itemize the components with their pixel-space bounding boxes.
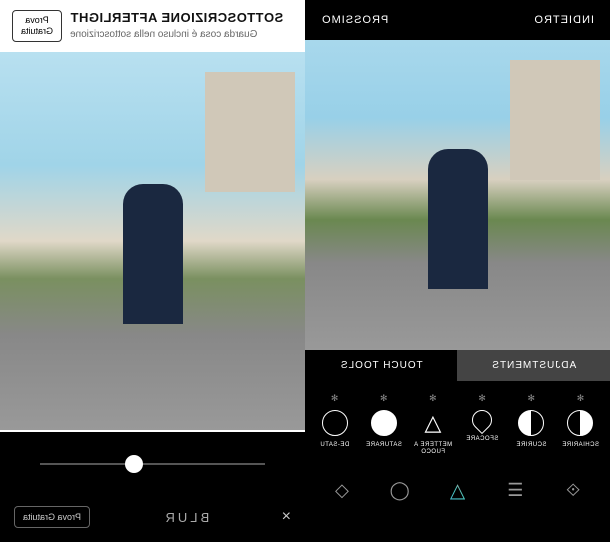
slider-thumb[interactable] (126, 455, 144, 473)
tab-adjustments[interactable]: ADJUSTMENTS (458, 350, 610, 381)
focus-icon: △ (420, 410, 446, 436)
prism-icon[interactable]: △ (447, 479, 469, 501)
tool-desaturare[interactable]: ✻ DE-SATU (311, 393, 358, 455)
gear-icon: ✻ (527, 393, 535, 404)
brighten-icon (567, 410, 593, 436)
tool-sfocare[interactable]: ✻ SFOCARE (458, 393, 505, 455)
trial-button[interactable]: Prova Gratuita (12, 10, 62, 42)
tool-mettere-a-fuoco[interactable]: ✻ △ METTERE A FUOCO (409, 393, 456, 455)
gear-icon: ✻ (380, 393, 388, 404)
blur-preview[interactable] (0, 52, 305, 430)
gear-icon: ✻ (429, 393, 437, 404)
bottom-toolbar: ⟐ ☰ △ ◯ ◇ (305, 467, 610, 517)
close-icon[interactable]: × (282, 508, 291, 526)
gear-icon: ✻ (577, 393, 585, 404)
layers-icon[interactable]: ◇ (331, 479, 353, 501)
subscription-title: SOTTOSCRIZIONE AFTERLIGHT (70, 10, 293, 25)
crop-icon[interactable]: ⟐ (562, 479, 584, 501)
adjustment-tools: ✻ SCHIARIRE ✻ SCURIRE ✻ SFOCARE ✻ △ METT… (305, 381, 610, 467)
tool-tabs: ADJUSTMENTS TOUCH TOOLS (305, 350, 610, 381)
editor-screen: INDIETRO PROSSIMO ADJUSTMENTS TOUCH TOOL… (305, 0, 610, 542)
tab-touch-tools[interactable]: TOUCH TOOLS (305, 350, 458, 381)
darken-icon (518, 410, 544, 436)
back-button[interactable]: INDIETRO (533, 14, 594, 26)
subscription-header: Prova Gratuita SOTTOSCRIZIONE AFTERLIGHT… (0, 0, 305, 50)
subscription-screen: Prova Gratuita SOTTOSCRIZIONE AFTERLIGHT… (0, 0, 305, 542)
effect-label: BLUR (163, 510, 210, 525)
desaturate-icon (322, 410, 348, 436)
blur-slider-area (0, 432, 305, 496)
subscription-subtitle: Guarda cosa é incluso nella sottoscrizio… (70, 29, 293, 40)
tool-scurire[interactable]: ✻ SCURIRE (508, 393, 555, 455)
blur-slider[interactable] (40, 463, 265, 465)
gear-icon: ✻ (478, 393, 486, 404)
gear-icon: ✻ (331, 393, 339, 404)
editor-header: INDIETRO PROSSIMO (305, 0, 610, 40)
next-button[interactable]: PROSSIMO (321, 14, 388, 26)
saturate-icon (371, 410, 397, 436)
blur-controls: × BLUR Prova Gratuita (0, 432, 305, 542)
circles-icon[interactable]: ◯ (389, 479, 411, 501)
tool-schiarire[interactable]: ✻ SCHIARIRE (557, 393, 604, 455)
blur-icon (468, 406, 496, 434)
blur-bottom-bar: × BLUR Prova Gratuita (0, 496, 305, 542)
trial-button-bottom[interactable]: Prova Gratuita (14, 506, 90, 528)
tool-saturare[interactable]: ✻ SATURARE (360, 393, 407, 455)
photo-preview[interactable] (305, 40, 610, 350)
sliders-icon[interactable]: ☰ (504, 479, 526, 501)
